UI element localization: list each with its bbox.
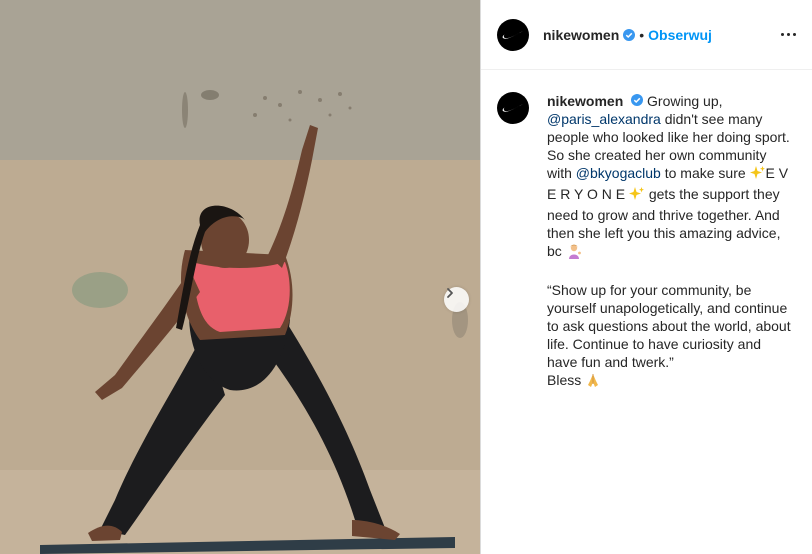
follow-button[interactable]: Obserwuj xyxy=(648,27,712,43)
sparkles-emoji xyxy=(628,186,645,206)
mention-paris-alexandra[interactable]: @paris_alexandra xyxy=(547,111,661,127)
next-slide-button[interactable] xyxy=(444,287,469,312)
person-tipping-hand-emoji xyxy=(566,243,582,263)
caption-bless: Bless xyxy=(547,372,586,388)
post-media[interactable] xyxy=(0,0,480,554)
caption-username[interactable]: nikewomen xyxy=(547,93,623,109)
caption-part1: Growing up, xyxy=(647,93,723,109)
header-username[interactable]: nikewomen xyxy=(543,27,619,43)
caption-quote: “Show up for your community, be yourself… xyxy=(547,282,795,370)
post-header: nikewomen • Obserwuj xyxy=(481,0,812,70)
caption-comment: nikewomen Growing up, @paris_alexandra d… xyxy=(481,70,812,392)
more-options-icon[interactable] xyxy=(773,25,796,44)
post-details-panel: nikewomen • Obserwuj nikewomen Growing u… xyxy=(481,0,812,554)
sparkles-emoji xyxy=(749,165,766,185)
nike-swoosh-icon xyxy=(502,104,523,112)
caption-part3: to make sure xyxy=(660,165,750,181)
nike-swoosh-icon xyxy=(502,30,523,39)
chevron-right-icon xyxy=(447,288,453,298)
caption-avatar[interactable] xyxy=(497,92,529,124)
mention-bkyogaclub[interactable]: @bkyogaclub xyxy=(576,165,661,181)
separator: • xyxy=(639,26,645,43)
verified-badge-icon xyxy=(623,28,636,41)
folded-hands-emoji xyxy=(585,372,601,392)
verified-badge-icon xyxy=(631,94,644,106)
avatar[interactable] xyxy=(497,18,529,51)
caption-text: nikewomen Growing up, @paris_alexandra d… xyxy=(547,92,793,392)
post-photo xyxy=(0,0,480,554)
